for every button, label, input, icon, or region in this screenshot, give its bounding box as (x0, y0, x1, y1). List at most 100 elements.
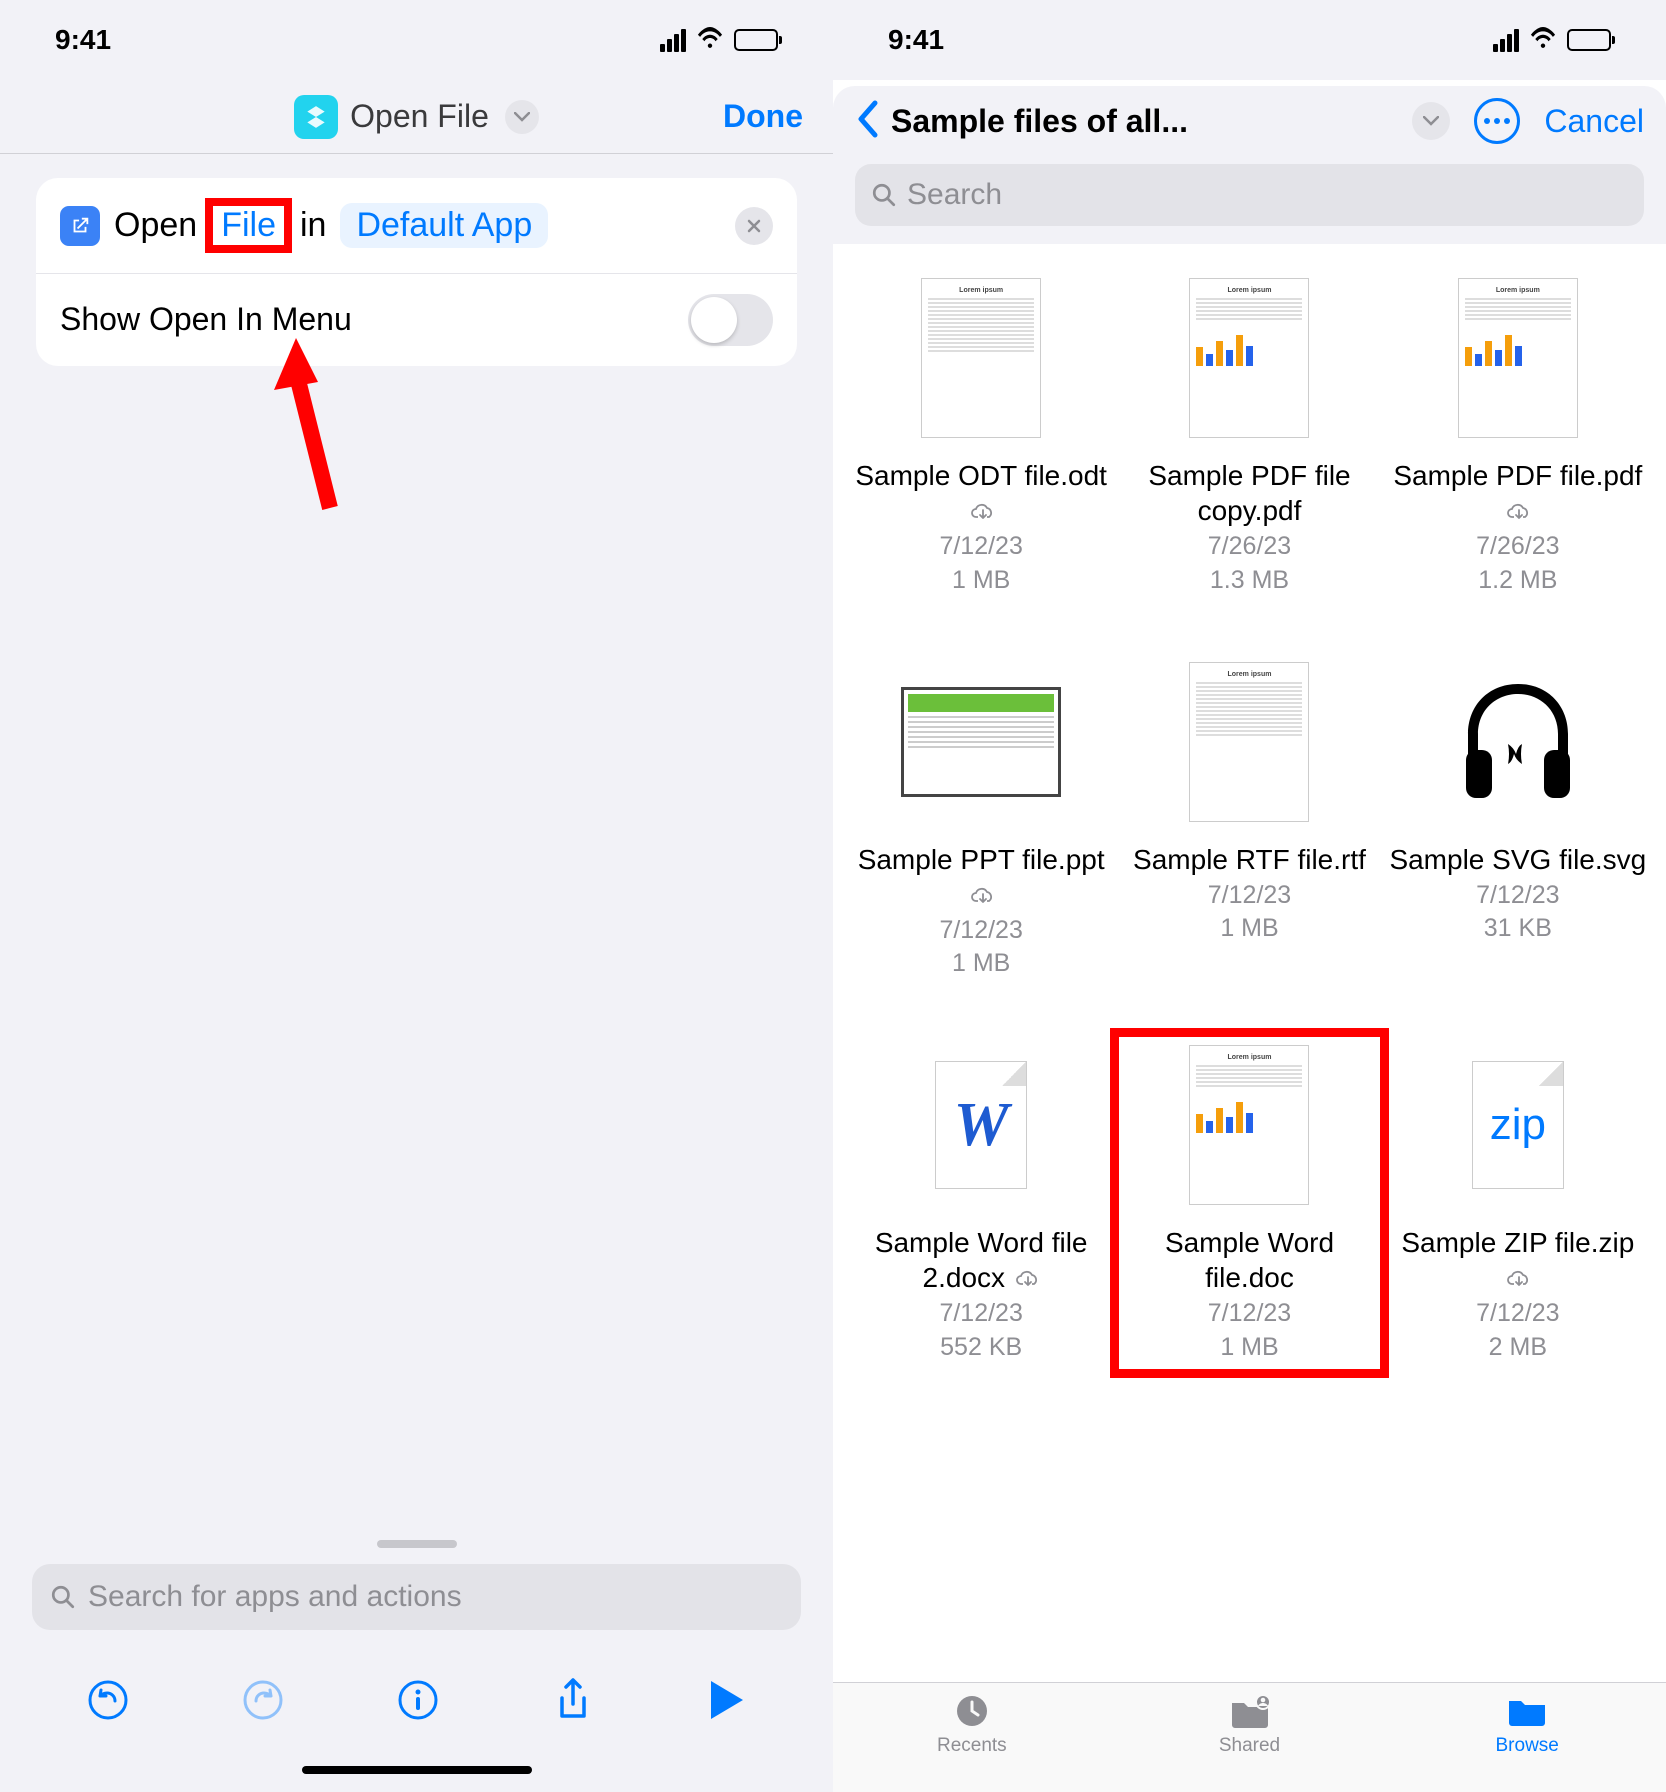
redo-button[interactable] (242, 1679, 284, 1726)
file-name: Sample PDF file copy.pdf (1119, 458, 1379, 528)
file-date: 7/12/23 (1208, 1297, 1291, 1331)
annotation-arrow (268, 338, 358, 528)
battery-icon (1567, 29, 1611, 51)
clear-action-button[interactable] (735, 207, 773, 245)
file-thumbnail: Lorem ipsum (1165, 274, 1333, 442)
done-button[interactable]: Done (723, 98, 803, 135)
file-size: 31 KB (1484, 912, 1552, 946)
title-options-button[interactable] (1412, 102, 1450, 140)
open-file-action-row[interactable]: Open File in Default App (36, 178, 797, 274)
action-search-field[interactable]: Search for apps and actions (32, 1564, 801, 1630)
file-size: 2 MB (1489, 1331, 1547, 1365)
info-button[interactable] (397, 1679, 439, 1726)
tab-browse[interactable]: Browse (1388, 1693, 1666, 1792)
file-size: 1.2 MB (1478, 564, 1557, 598)
file-date: 7/12/23 (1208, 879, 1291, 913)
search-icon (871, 182, 897, 208)
file-date: 7/12/23 (1476, 879, 1559, 913)
file-date: 7/12/23 (1476, 1297, 1559, 1331)
open-file-action-icon (60, 206, 100, 246)
tab-recents[interactable]: Recents (833, 1693, 1111, 1792)
files-picker-header-area: Sample files of all... Cancel Search (833, 86, 1666, 244)
shortcuts-app-screen: 9:41 Open File Done Open (0, 0, 833, 1792)
file-name: Sample RTF file.rtf (1133, 842, 1366, 877)
shortcuts-app-icon (294, 95, 338, 139)
file-name: Sample Word file 2.docx (851, 1225, 1111, 1295)
show-open-in-menu-label: Show Open In Menu (60, 298, 352, 341)
folder-title: Sample files of all... (891, 103, 1402, 140)
cellular-icon (660, 29, 686, 52)
file-name: Sample ODT file.odt (851, 458, 1111, 528)
file-name: Sample PDF file.pdf (1388, 458, 1648, 528)
file-thumbnail (1434, 658, 1602, 826)
file-thumbnail: W (897, 1041, 1065, 1209)
file-item[interactable]: Sample SVG file.svg7/12/2331 KB (1384, 650, 1652, 990)
file-thumbnail: Lorem ipsum (1434, 274, 1602, 442)
clock-icon (950, 1693, 994, 1729)
action-card: Open File in Default App Show Open In Me… (36, 178, 797, 366)
shared-folder-icon (1228, 1693, 1272, 1729)
file-token-highlight: File (205, 198, 292, 253)
drawer-handle[interactable] (377, 1540, 457, 1548)
file-grid: Lorem ipsumSample ODT file.odt 7/12/231 … (833, 244, 1666, 1682)
battery-icon (734, 29, 778, 51)
share-button[interactable] (552, 1676, 594, 1729)
file-item[interactable]: Lorem ipsumSample Word file.doc7/12/231 … (1115, 1033, 1383, 1373)
file-item[interactable]: Sample PPT file.ppt 7/12/231 MB (847, 650, 1115, 990)
default-app-token[interactable]: Default App (340, 203, 548, 248)
file-size: 1 MB (1220, 1331, 1278, 1365)
show-open-in-menu-toggle[interactable] (688, 294, 773, 346)
file-item[interactable]: Lorem ipsum Sample PDF file.pdf 7/26/231.… (1384, 266, 1652, 606)
files-search-field[interactable]: Search (855, 164, 1644, 226)
files-tabbar: Recents Shared Browse (833, 1682, 1666, 1792)
more-options-button[interactable] (1474, 98, 1520, 144)
file-item[interactable]: zip Sample ZIP file.zip 7/12/232 MB (1384, 1033, 1652, 1373)
open-text: Open (114, 206, 197, 245)
file-name: Sample PPT file.ppt (851, 842, 1111, 912)
undo-button[interactable] (87, 1679, 129, 1726)
title-options-button[interactable] (505, 100, 539, 134)
files-picker-header: Sample files of all... Cancel (833, 86, 1666, 156)
shortcuts-header: Open File Done (0, 80, 833, 154)
file-date: 7/26/23 (1476, 530, 1559, 564)
file-item[interactable]: Lorem ipsum Sample RTF file.rtf7/12/231 M… (1115, 650, 1383, 990)
status-time: 9:41 (55, 24, 111, 56)
file-thumbnail: Lorem ipsum (1165, 658, 1333, 826)
cancel-button[interactable]: Cancel (1544, 103, 1644, 140)
file-item[interactable]: Lorem ipsum Sample PDF file copy.pdf7/26/… (1115, 266, 1383, 606)
file-size: 1.3 MB (1210, 564, 1289, 598)
tab-shared[interactable]: Shared (1111, 1693, 1389, 1792)
file-item[interactable]: Lorem ipsumSample ODT file.odt 7/12/231 … (847, 266, 1115, 606)
file-size: 552 KB (940, 1331, 1022, 1365)
wifi-icon (696, 24, 724, 56)
action-search-placeholder: Search for apps and actions (88, 1580, 462, 1614)
files-search-placeholder: Search (907, 178, 1002, 212)
status-icons (1493, 24, 1611, 56)
file-thumbnail: Lorem ipsum (1165, 1041, 1333, 1209)
home-indicator (302, 1766, 532, 1774)
files-picker-screen: 9:41 Sample files of all... Cancel Searc… (833, 0, 1666, 1792)
file-thumbnail (897, 658, 1065, 826)
cellular-icon (1493, 29, 1519, 52)
back-button[interactable] (855, 99, 881, 144)
status-bar: 9:41 (833, 0, 1666, 80)
play-button[interactable] (707, 1677, 747, 1728)
file-thumbnail: zip (1434, 1041, 1602, 1209)
cloud-download-icon (971, 493, 995, 528)
file-date: 7/12/23 (939, 914, 1022, 948)
file-date: 7/12/23 (939, 1297, 1022, 1331)
cloud-download-icon (1016, 1260, 1040, 1295)
search-icon (50, 1584, 76, 1610)
file-date: 7/26/23 (1208, 530, 1291, 564)
file-item[interactable]: W Sample Word file 2.docx 7/12/23552 KB (847, 1033, 1115, 1373)
file-name: Sample ZIP file.zip (1388, 1225, 1648, 1295)
status-time: 9:41 (888, 24, 944, 56)
cloud-download-icon (1507, 493, 1531, 528)
file-size: 1 MB (952, 947, 1010, 981)
shortcuts-title: Open File (350, 98, 489, 135)
wifi-icon (1529, 24, 1557, 56)
file-size: 1 MB (952, 564, 1010, 598)
file-token[interactable]: File (221, 206, 276, 244)
file-size: 1 MB (1220, 912, 1278, 946)
in-text: in (300, 206, 326, 245)
